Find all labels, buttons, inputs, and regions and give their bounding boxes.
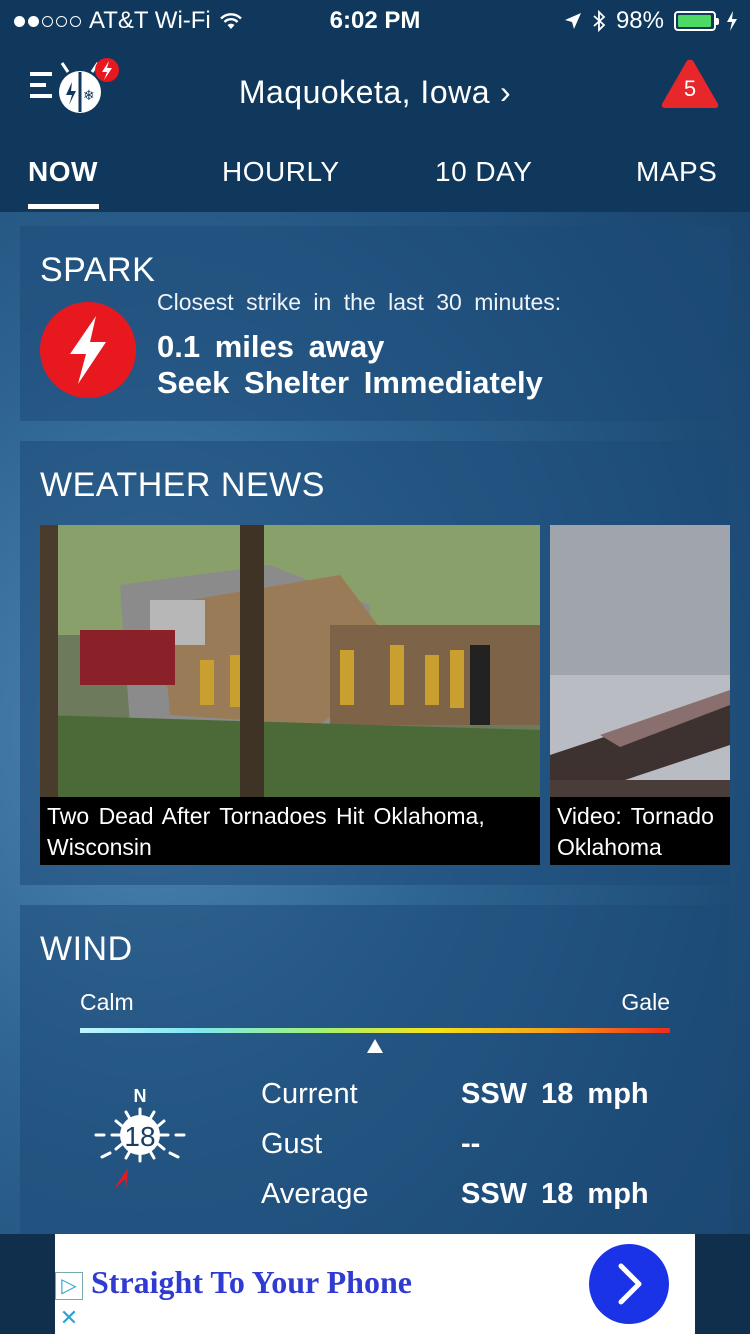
spark-title: SPARK [40,251,156,289]
wind-title: WIND [40,930,133,968]
ad-cta-button[interactable] [589,1244,669,1324]
wind-scale-max: Gale [621,989,670,1015]
news-title: WEATHER NEWS [40,466,325,504]
alert-count: 5 [683,76,697,101]
wind-compass: N 18 [92,1083,192,1208]
wind-speed-value: 18 [124,1121,156,1152]
battery-percent: 98% [615,7,664,34]
news-caption: Video: Tornado Oklahoma [550,797,730,865]
wind-card[interactable]: WIND Calm Gale N 18 Current SSW 18 mph G… [20,905,730,1235]
active-tab-indicator [28,204,99,209]
news-caption: Two Dead After Tornadoes Hit Oklahoma, W… [40,797,540,865]
location-arrow-icon [564,13,581,29]
location-name: Maquoketa, Iowa [238,74,491,110]
battery-icon [674,11,719,31]
wind-current-label: Current [261,1078,358,1110]
news-carousel[interactable]: Two Dead After Tornadoes Hit Oklahoma, W… [40,525,730,865]
weather-news-card: WEATHER NEWS Two Dead After Tornadoes Hi… [20,441,730,885]
tab-10-day[interactable]: 10 DAY [435,156,532,188]
wind-scale-marker-icon [367,1039,383,1053]
wind-average-label: Average [261,1178,369,1210]
chevron-right-icon: › [500,74,512,110]
ad-headline[interactable]: Straight To Your Phone [91,1264,412,1301]
spark-advice: Seek Shelter Immediately [157,365,543,400]
spark-card[interactable]: SPARK Closest strike in the last 30 minu… [20,226,730,421]
news-item[interactable]: Two Dead After Tornadoes Hit Oklahoma, W… [40,525,540,865]
wind-scale-min: Calm [80,989,134,1015]
alerts-button[interactable]: 5 [660,58,720,110]
tab-hourly[interactable]: HOURLY [222,156,340,188]
spark-subtitle: Closest strike in the last 30 minutes: [157,289,562,315]
compass-north-label: N [134,1086,147,1106]
wind-gust-label: Gust [261,1128,323,1160]
app-header: ❄ Maquoketa, Iowa › 5 NOW HOURLY 10 DAY M… [0,40,750,212]
wind-average-value: SSW 18 mph [461,1178,649,1210]
wind-gust-value: -- [461,1128,481,1160]
news-photo [550,525,730,797]
charging-bolt-icon [727,11,737,31]
wind-direction-arrow-icon [114,1168,128,1189]
lightning-bolt-icon [40,302,136,398]
news-photo [40,525,540,797]
ad-banner: ▷ ✕ Straight To Your Phone [0,1234,750,1334]
wind-scale-bar [80,1028,670,1033]
tab-bar: NOW HOURLY 10 DAY MAPS [0,152,750,212]
tab-maps[interactable]: MAPS [636,156,717,188]
spark-distance: 0.1 miles away [157,329,385,364]
bluetooth-icon [593,10,606,32]
status-bar: AT&T Wi-Fi 6:02 PM 98% [0,0,750,40]
location-selector[interactable]: Maquoketa, Iowa › [0,74,750,111]
ad-choices-icon[interactable]: ▷ [55,1272,83,1300]
ad-container[interactable]: ▷ ✕ Straight To Your Phone [55,1234,695,1334]
close-icon[interactable]: ✕ [55,1304,83,1332]
news-item[interactable]: Video: Tornado Oklahoma [550,525,730,865]
status-right: 98% [564,7,738,35]
tab-now[interactable]: NOW [28,156,98,188]
wind-current-value: SSW 18 mph [461,1078,649,1110]
chevron-right-icon [618,1263,642,1305]
